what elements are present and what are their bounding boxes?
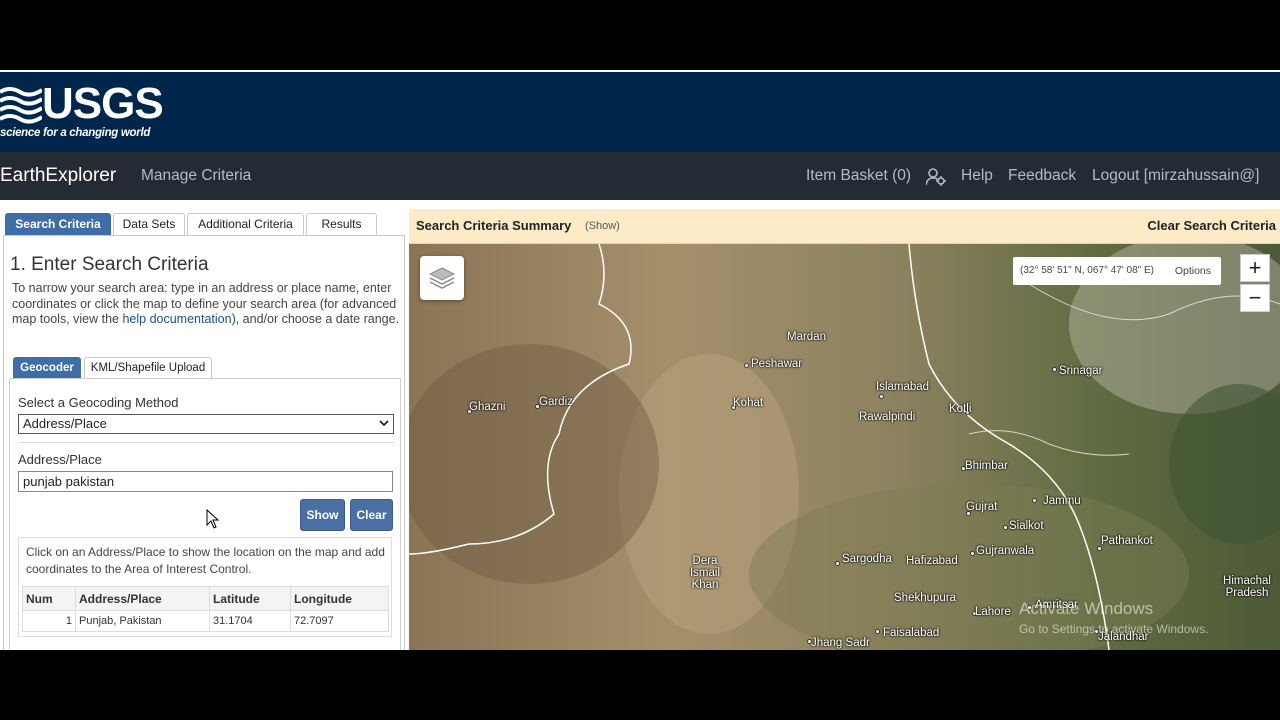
city-label: Jhang Sadr [811, 637, 870, 649]
col-num: Num [22, 586, 76, 611]
step-title: 1. Enter Search Criteria [10, 254, 209, 275]
col-longitude: Longitude [290, 586, 389, 611]
criteria-panel-body: 1. Enter Search Criteria To narrow your … [3, 235, 405, 650]
usgs-logo[interactable]: USGS science for a changing world [0, 82, 170, 144]
activate-windows-hint: Go to Settings to activate Windows. [1019, 622, 1209, 636]
geocoding-method-value: Address/Place [23, 416, 107, 431]
logo-tagline: science for a changing world [0, 127, 151, 139]
earthexplorer-app: USGS science for a changing world EarthE… [0, 70, 1280, 650]
city-label: Gujrat [966, 501, 998, 513]
geocoder-results: Click on an Address/Place to show the lo… [18, 537, 392, 637]
coordinate-text: (32° 58' 51" N, 067° 47' 08" E) [1020, 265, 1154, 276]
city-marker [875, 629, 880, 634]
col-latitude: Latitude [209, 586, 291, 611]
layers-button[interactable] [420, 256, 464, 300]
city-label: Lahore [975, 606, 1011, 618]
city-marker [835, 561, 840, 566]
map-options-button[interactable]: Options [1175, 265, 1211, 277]
city-label: Ghazni [469, 401, 506, 413]
city-label: Rawalpindi [859, 411, 916, 423]
nav-manage-criteria[interactable]: Manage Criteria [141, 167, 251, 185]
nav-feedback[interactable]: Feedback [1008, 167, 1076, 185]
city-label: Gujranwala [976, 545, 1035, 557]
nav-help[interactable]: Help [961, 167, 993, 185]
results-table: Num Address/Place Latitude Longitude 1 P… [22, 586, 389, 632]
usgs-wave-icon [0, 87, 42, 124]
mouse-cursor-icon [206, 509, 220, 529]
subtab-kml-upload[interactable]: KML/Shapefile Upload [84, 357, 212, 378]
chevron-down-icon [379, 420, 389, 427]
logo-wordmark: USGS [42, 79, 164, 128]
zoom-out-button[interactable]: − [1240, 284, 1270, 312]
city-marker [744, 363, 749, 368]
search-panel: Search Criteria Data Sets Additional Cri… [0, 204, 408, 650]
city-label: Peshawar [751, 358, 803, 370]
help-documentation-link[interactable]: help documentation [122, 312, 231, 326]
cell-latitude: 31.1704 [209, 610, 291, 632]
city-label: Jammu [1043, 495, 1081, 507]
usgs-banner: USGS science for a changing world [0, 70, 1280, 152]
user-settings-icon[interactable] [926, 168, 946, 186]
address-label: Address/Place [18, 452, 102, 467]
coordinate-readout: (32° 58' 51" N, 067° 47' 08" E) Options [1013, 257, 1221, 285]
city-label: Gardiz [539, 396, 573, 408]
clear-search-criteria-link[interactable]: Clear Search Criteria [1147, 218, 1276, 233]
nav-brand[interactable]: EarthExplorer [0, 165, 116, 187]
tab-results[interactable]: Results [306, 213, 377, 235]
geocoder-box: Select a Geocoding Method Address/Place … [9, 378, 401, 650]
cell-longitude: 72.7097 [290, 610, 389, 632]
map-area[interactable]: Search Criteria Summary (Show) Clear Sea… [409, 204, 1280, 650]
city-label: Shekhupura [894, 592, 957, 604]
activate-windows-watermark: Activate Windows [1019, 599, 1154, 618]
city-marker [1003, 525, 1008, 530]
address-input[interactable] [18, 471, 393, 492]
results-note: Click on an Address/Place to show the lo… [26, 545, 385, 576]
geocoding-method-select[interactable]: Address/Place [18, 414, 394, 434]
city-label: Sialkot [1009, 520, 1044, 532]
top-navbar: EarthExplorer Manage Criteria Item Baske… [0, 152, 1280, 200]
table-header-row: Num Address/Place Latitude Longitude [22, 586, 389, 611]
city-label: Mardan [787, 331, 826, 343]
cell-num: 1 [22, 610, 76, 632]
city-label: Kohat [733, 397, 764, 409]
city-label: Pathankot [1101, 535, 1153, 547]
city-marker [879, 394, 884, 399]
screen-frame: USGS science for a changing world EarthE… [0, 0, 1280, 720]
col-address: Address/Place [75, 586, 210, 611]
search-criteria-summary-bar: Search Criteria Summary (Show) Clear Sea… [409, 209, 1280, 244]
table-row[interactable]: 1 Punjab, Pakistan 31.1704 72.7097 [22, 610, 389, 632]
city-label: Bhimbar [965, 460, 1008, 472]
city-marker [970, 551, 975, 556]
divider [18, 442, 394, 443]
summary-show-link[interactable]: (Show) [585, 220, 620, 232]
satellite-map[interactable] [409, 244, 1280, 650]
cell-address[interactable]: Punjab, Pakistan [75, 610, 210, 632]
city-label: Faisalabad [883, 627, 940, 639]
city-marker [1052, 367, 1057, 372]
city-label: Srinagar [1059, 365, 1103, 377]
city-label: Sargodha [842, 553, 892, 565]
city-label: Kotli [949, 403, 972, 415]
subtab-geocoder[interactable]: Geocoder [13, 357, 81, 378]
tab-data-sets[interactable]: Data Sets [113, 213, 185, 235]
city-label: Hafizabad [906, 555, 958, 567]
nav-logout[interactable]: Logout [mirzahussain@] [1092, 167, 1259, 185]
clear-button[interactable]: Clear [350, 499, 393, 531]
tab-additional-criteria[interactable]: Additional Criteria [187, 213, 304, 235]
layers-icon [429, 267, 455, 289]
tab-search-criteria[interactable]: Search Criteria [5, 213, 111, 235]
city-marker [1032, 498, 1037, 503]
show-button[interactable]: Show [300, 499, 345, 531]
intro-text-part: ), and/or choose a date range. [231, 312, 400, 326]
city-label: Islamabad [876, 381, 930, 393]
intro-text: To narrow your search area: type in an a… [12, 281, 400, 328]
city-label: Himachal Pradesh [1223, 575, 1271, 599]
geocoding-method-label: Select a Geocoding Method [18, 395, 179, 410]
nav-item-basket[interactable]: Item Basket (0) [806, 167, 911, 185]
city-label: Dera Ismail Khan [689, 555, 721, 591]
summary-title: Search Criteria Summary [416, 218, 572, 233]
zoom-in-button[interactable]: + [1240, 254, 1270, 282]
